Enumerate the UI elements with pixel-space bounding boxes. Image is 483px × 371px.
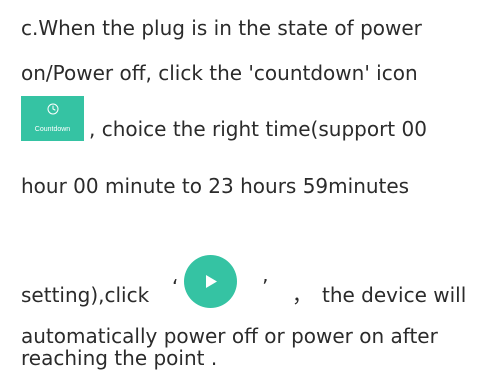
play-button-image [184,255,237,308]
text-line-6: automatically power off or power on afte… [21,324,438,348]
text-line-7-content: reaching the point . [21,346,218,370]
text-line-3: , choice the right time(support 00 [89,117,427,141]
text-line-7: reaching the point . [21,346,217,370]
text-line-1-content: c.When the plug is in the state of power [21,16,422,40]
text-line-2-content: on/Power off, click the 'countdown' icon [21,61,418,85]
text-line-5-right: the device will [322,283,466,307]
text-line-4-content: hour 00 minute to 23 hours 59minutes [21,174,410,198]
countdown-button-image: Countdown [21,96,84,141]
text-line-5-start: setting),click [21,283,150,307]
text-line-2: on/Power off, click the 'countdown' icon [21,61,418,85]
text-line-1: c.When the plug is in the state of power [21,16,462,40]
text-line-5-left: setting),click [21,283,149,307]
countdown-label: Countdown [34,126,71,133]
clock-icon [47,103,59,115]
fullwidth-comma: ， [292,283,312,307]
close-quote: ’ [262,275,269,299]
text-line-4: hour 00 minute to 23 hours 59minutes [21,174,409,198]
open-quote: ‘ [172,275,179,299]
text-line-6-content: automatically power off or power on afte… [21,324,438,348]
text-line-5-end: the device will [322,283,467,307]
play-icon [206,275,217,288]
text-line-3-content: , choice the right time(support 00 [89,117,427,141]
